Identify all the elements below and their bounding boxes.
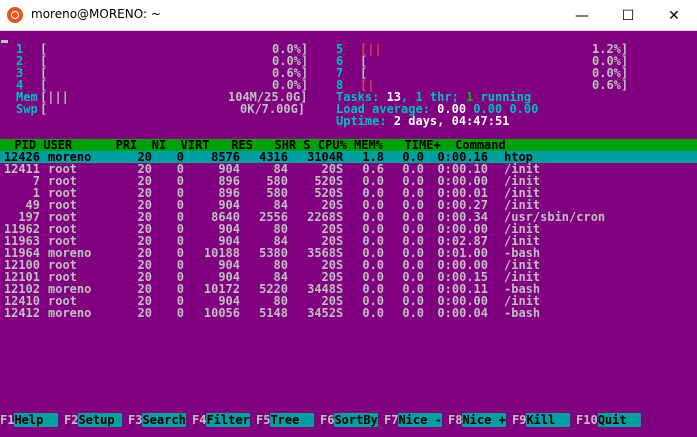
- ubuntu-icon: [7, 7, 23, 23]
- process-s: S: [336, 306, 344, 320]
- process-row[interactable]: 11963 root 20 0 904 84 20 S 0.0 0.0 0:02.87/init: [0, 235, 697, 247]
- process-shr: 3452: [307, 306, 336, 320]
- maximize-button[interactable]: ☐: [605, 0, 651, 31]
- function-key-bar: F1Help F2Setup F3Search F4Filter F5Tree …: [0, 413, 697, 427]
- process-row[interactable]: 1 root 20 0 896 580 520 S 0.0 0.0 0:00.01/init: [0, 187, 697, 199]
- uptime: Uptime: 2 days, 04:47:51: [336, 114, 510, 128]
- process-row[interactable]: 12101 root 20 0 904 84 20 S 0.0 0.0 0:00.15/init: [0, 271, 697, 283]
- f7-nice-minus-key[interactable]: F7Nice -: [384, 413, 442, 427]
- window-title: moreno@MORENO: ~: [31, 7, 161, 21]
- process-row[interactable]: 12102 moreno 20 0 10172 5220 3448 S 0.0 0.0 0:00.1…: [0, 283, 697, 295]
- process-cmd: -bash: [504, 306, 541, 320]
- process-row[interactable]: 12410 root 20 0 904 80 20 S 0.0 0.0 0:00.00/init: [0, 295, 697, 307]
- close-button[interactable]: ✕: [651, 0, 697, 31]
- terminal-cursor: [1, 40, 8, 43]
- process-row[interactable]: 12100 root 20 0 904 80 20 S 0.0 0.0 0:00.00/init: [0, 259, 697, 271]
- process-row[interactable]: 12412 moreno 20 0 10056 5148 3452 S 0.0 0.0 0:00.0…: [0, 307, 697, 319]
- f4-filter-key[interactable]: F4Filter: [192, 413, 250, 427]
- process-virt: 10056: [203, 306, 240, 320]
- f1-help-key[interactable]: F1Help: [0, 413, 58, 427]
- minimize-button[interactable]: —: [559, 0, 605, 31]
- f2-setup-key[interactable]: F2Setup: [64, 413, 122, 427]
- process-res: 5148: [259, 306, 288, 320]
- f3-search-key[interactable]: F3Search: [128, 413, 186, 427]
- process-cpu: 0.0: [362, 306, 384, 320]
- selected-process-row[interactable]: 12426 moreno 20 0 8576 4316 3104 R 1.8 0.0 0:00.16…: [0, 151, 697, 163]
- process-row[interactable]: 11962 root 20 0 904 80 20 S 0.0 0.0 0:00.00/init: [0, 223, 697, 235]
- process-row[interactable]: 7 root 20 0 896 580 520 S 0.0 0.0 0:00.00/init: [0, 175, 697, 187]
- process-pri: 20: [137, 306, 152, 320]
- process-user: moreno: [48, 306, 92, 320]
- f8-nice-plus-key[interactable]: F8Nice +: [448, 413, 506, 427]
- f5-tree-key[interactable]: F5Tree: [256, 413, 314, 427]
- f9-kill-key[interactable]: F9Kill: [512, 413, 570, 427]
- process-time: 0:00.04: [437, 306, 488, 320]
- f10-quit-key[interactable]: F10Quit: [576, 413, 642, 427]
- terminal-area[interactable]: 1[0.0%] 2[0.0%] 3[0.6%] 4[0.0%] Mem [||| 1…: [0, 31, 697, 437]
- f6-sortby-key[interactable]: F6SortBy: [320, 413, 378, 427]
- process-row[interactable]: 11964 moreno 20 0 10188 5380 3568 S 0.0 0.0 0:01.0…: [0, 247, 697, 259]
- process-pid: 12412: [3, 306, 40, 320]
- process-ni: 0: [176, 306, 184, 320]
- process-mem: 0.0: [402, 306, 424, 320]
- process-row[interactable]: 197 root 20 0 8640 2556 2268 S 0.0 0.0 0:00.34/usr…: [0, 211, 697, 223]
- process-row[interactable]: 12411 root 20 0 904 84 20 S 0.6 0.0 0:00.10/init: [0, 163, 697, 175]
- window-titlebar[interactable]: moreno@MORENO: ~ — ☐ ✕: [0, 0, 697, 31]
